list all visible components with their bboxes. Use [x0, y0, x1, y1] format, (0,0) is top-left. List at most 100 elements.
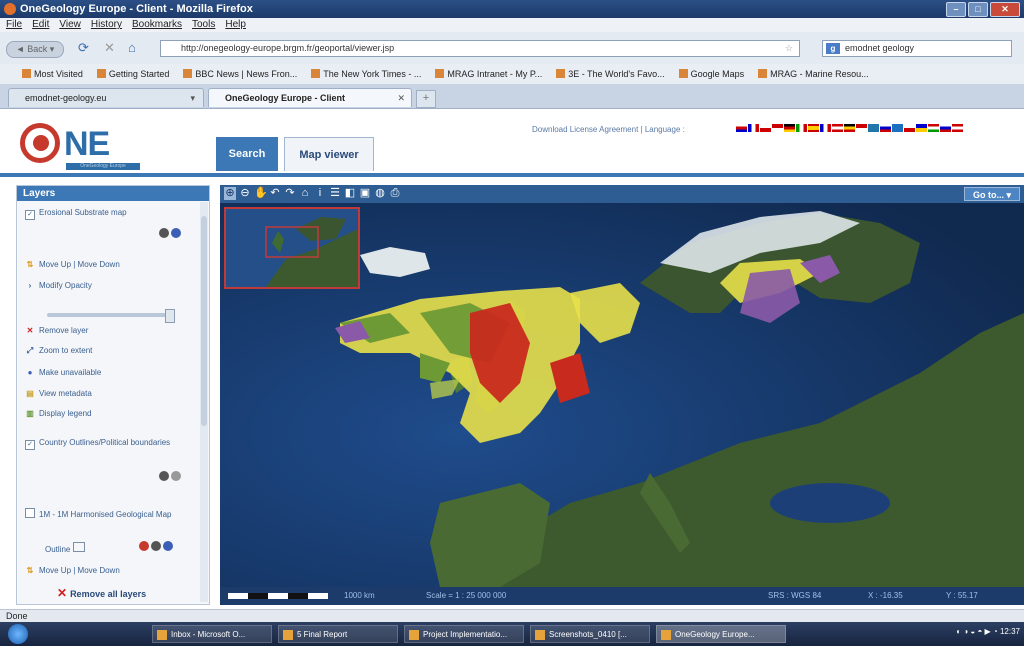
url-bar[interactable]: http://onegeology-europe.brgm.fr/geoport…: [160, 40, 800, 57]
menu-help[interactable]: Help: [225, 18, 246, 32]
settings-circle-icon[interactable]: [171, 228, 181, 238]
print-icon[interactable]: ⎙: [389, 187, 401, 200]
layer-checkbox[interactable]: ✓: [25, 210, 35, 220]
taskbar-item[interactable]: Project Implementatio...: [404, 625, 524, 643]
menu-edit[interactable]: Edit: [32, 18, 49, 32]
info-icon[interactable]: i: [314, 187, 326, 200]
tab-list-icon[interactable]: ▾: [190, 89, 195, 108]
taskbar-item[interactable]: 5 Final Report: [278, 625, 398, 643]
bookmark-item[interactable]: BBC News | News Fron...: [183, 64, 297, 84]
clock[interactable]: 12:37: [1000, 627, 1020, 636]
layer-move-2[interactable]: ⇅ Move Up | Move Down: [25, 566, 120, 575]
taskbar-item[interactable]: Screenshots_0410 [...: [530, 625, 650, 643]
layer-checkbox[interactable]: [25, 508, 35, 518]
bookmark-item[interactable]: MRAG Intranet - My P...: [435, 64, 542, 84]
layer-remove[interactable]: ✕ Remove layer: [25, 326, 89, 335]
flag-icon[interactable]: [916, 124, 927, 132]
scrollbar-thumb[interactable]: [201, 216, 207, 426]
slider-knob[interactable]: [165, 309, 175, 323]
flag-icon[interactable]: [832, 124, 843, 132]
info-circle-icon[interactable]: [159, 228, 169, 238]
header-links[interactable]: Download License Agreement | Language :: [532, 125, 685, 134]
layers-scrollbar[interactable]: [200, 202, 208, 602]
minimize-button[interactable]: –: [946, 2, 966, 17]
start-button[interactable]: [8, 624, 28, 644]
globe-icon[interactable]: ◍: [374, 187, 386, 200]
flag-icon[interactable]: [868, 124, 879, 132]
goto-dropdown[interactable]: Go to... ▾: [964, 187, 1020, 201]
tab-search[interactable]: Search: [216, 137, 278, 171]
redo-icon[interactable]: ↷: [284, 187, 296, 200]
menu-bookmarks[interactable]: Bookmarks: [132, 18, 182, 32]
layers-icon[interactable]: ◧: [344, 187, 356, 200]
close-window-button[interactable]: ✕: [990, 2, 1020, 17]
pan-icon[interactable]: ✋: [254, 187, 268, 200]
save-icon[interactable]: ▣: [359, 187, 371, 200]
bookmark-item[interactable]: Google Maps: [679, 64, 745, 84]
opacity-slider[interactable]: [47, 309, 175, 323]
layer-harmonised[interactable]: 1M - 1M Harmonised Geological Map: [25, 508, 175, 519]
layer-move[interactable]: ⇅ Move Up | Move Down: [25, 260, 120, 269]
info-circle-icon[interactable]: [159, 471, 169, 481]
style-dropdown-icon[interactable]: [72, 542, 85, 552]
layer-erosional[interactable]: ✓ Erosional Substrate map: [25, 208, 127, 220]
layer-checkbox[interactable]: ✓: [25, 440, 35, 450]
flag-icon[interactable]: [892, 124, 903, 132]
flag-icon[interactable]: [808, 124, 819, 132]
layer-zoom[interactable]: ⤢ Zoom to extent: [25, 346, 93, 356]
settings-circle-icon[interactable]: [171, 471, 181, 481]
bookmark-item[interactable]: 3E - The World's Favo...: [556, 64, 664, 84]
flag-icon[interactable]: [784, 124, 795, 132]
full-extent-icon[interactable]: ⌂: [299, 187, 311, 200]
flag-icon[interactable]: [772, 124, 783, 132]
zoom-in-icon[interactable]: ⊕: [224, 187, 236, 200]
tab-map-viewer[interactable]: Map viewer: [284, 137, 374, 171]
undo-icon[interactable]: ↶: [269, 187, 281, 200]
flag-icon[interactable]: [748, 124, 759, 132]
layer-country-outlines[interactable]: ✓ Country Outlines/Political boundaries: [25, 438, 195, 450]
flag-icon[interactable]: [820, 124, 831, 132]
menu-tools[interactable]: Tools: [192, 18, 215, 32]
layer-unavailable[interactable]: ● Make unavailable: [25, 368, 102, 377]
taskbar-item-active[interactable]: OneGeology Europe...: [656, 625, 786, 643]
flag-icon[interactable]: [904, 124, 915, 132]
reload-icon[interactable]: ⟳: [78, 40, 89, 56]
layer-style[interactable]: Outline: [45, 542, 85, 554]
layer-legend[interactable]: ▥ Display legend: [25, 409, 91, 418]
overview-map[interactable]: [224, 207, 360, 289]
srs-label[interactable]: SRS : WGS 84: [768, 587, 821, 605]
tray-icons[interactable]: ◐ ◑ ◒ ◓ ▶ ◔: [956, 627, 997, 636]
menu-file[interactable]: File: [6, 18, 22, 32]
bookmark-item[interactable]: MRAG - Marine Resou...: [758, 64, 869, 84]
flag-icon[interactable]: [760, 124, 771, 132]
taskbar-item[interactable]: Inbox - Microsoft O...: [152, 625, 272, 643]
settings-circle-icon[interactable]: [163, 541, 173, 551]
flag-icon[interactable]: [952, 124, 963, 132]
menu-history[interactable]: History: [91, 18, 122, 32]
info-circle-icon[interactable]: [151, 541, 161, 551]
bookmark-item[interactable]: Getting Started: [97, 64, 170, 84]
scale-ratio[interactable]: Scale = 1 : 25 000 000: [426, 587, 506, 605]
layer-opacity[interactable]: › Modify Opacity: [25, 281, 92, 290]
legend-list-icon[interactable]: ☰: [329, 187, 341, 200]
new-tab-button[interactable]: +: [416, 90, 436, 108]
flag-icon[interactable]: [736, 124, 747, 132]
zoom-out-icon[interactable]: ⊖: [239, 187, 251, 200]
flag-icon[interactable]: [844, 124, 855, 132]
menu-view[interactable]: View: [59, 18, 81, 32]
maximize-button[interactable]: □: [968, 2, 988, 17]
close-tab-icon[interactable]: ✕: [397, 89, 405, 108]
bookmark-star-icon[interactable]: ☆: [785, 41, 793, 56]
browser-tab-active[interactable]: OneGeology Europe - Client ✕: [208, 88, 412, 107]
bookmark-item[interactable]: The New York Times - ...: [311, 64, 421, 84]
back-button[interactable]: ◄ Back ▾: [6, 41, 64, 58]
search-input[interactable]: g emodnet geology: [822, 40, 1012, 57]
flag-icon[interactable]: [880, 124, 891, 132]
onegeology-logo[interactable]: NE OneGeology Europe: [16, 117, 146, 173]
map-canvas[interactable]: [220, 203, 1024, 587]
flag-icon[interactable]: [928, 124, 939, 132]
alert-circle-icon[interactable]: [139, 541, 149, 551]
flag-icon[interactable]: [796, 124, 807, 132]
home-icon[interactable]: ⌂: [128, 40, 136, 55]
flag-icon[interactable]: [940, 124, 951, 132]
